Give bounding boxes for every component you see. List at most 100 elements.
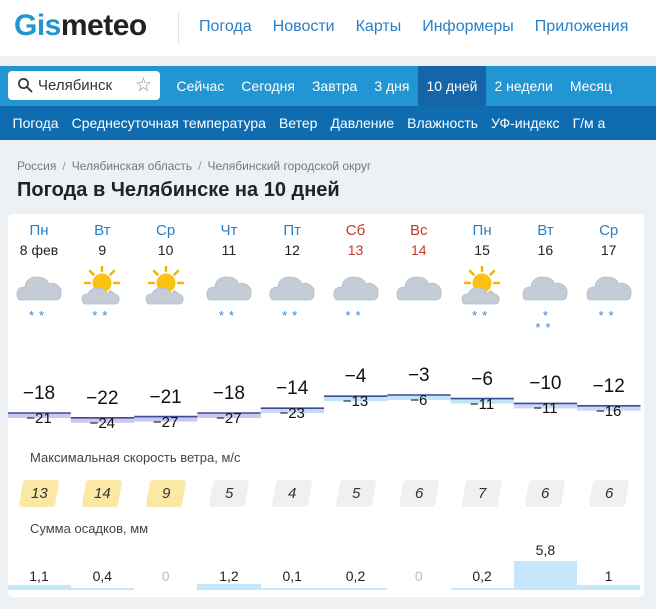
top-nav-maps[interactable]: Карты — [356, 18, 402, 36]
subtab-pressure[interactable]: Давление — [324, 106, 401, 140]
breadcrumb-separator: / — [198, 159, 202, 173]
temp-min: −11 — [469, 395, 495, 413]
breadcrumb-separator: / — [62, 159, 66, 173]
wind-speed-value: 13 — [30, 485, 48, 502]
temp-max: −10 — [529, 373, 562, 395]
snow-flakes-icon: ** — [598, 308, 619, 323]
sun-cloud-icon — [142, 264, 190, 315]
period-tabs: Сейчас Сегодня Завтра 3 дня 10 дней 2 недели М… — [168, 66, 621, 106]
day-header[interactable]: Вс 14 — [389, 222, 449, 258]
breadcrumb: Россия / Челябинская область / Челябинский г… — [17, 159, 371, 173]
wind-speed-badge: 6 — [525, 480, 566, 507]
page-title: Погода в Челябинске на 10 дней — [17, 179, 340, 201]
city-search[interactable]: Челябинск ☆ — [8, 71, 160, 100]
wind-speed-badge: 4 — [271, 480, 313, 507]
gismeteo-logo[interactable]: Gismeteo — [14, 9, 147, 43]
day-header[interactable]: Пн 15 — [452, 222, 512, 258]
day-date: 8 фев — [19, 242, 59, 258]
tab-3[interactable]: 3 дня — [366, 66, 418, 106]
forecast-card: Максимальная скорость ветра, м/с Сумма о… — [7, 214, 644, 597]
precip-bar — [260, 588, 324, 590]
tab-4[interactable]: 10 дней — [417, 66, 486, 106]
subtab-mean-temperature[interactable]: Среднесуточная температура — [65, 106, 272, 140]
breadcrumb-district[interactable]: Челябинский городской округ — [207, 159, 371, 173]
precip-value: 1,2 — [219, 568, 239, 584]
day-date: 14 — [411, 242, 427, 258]
subtab-wind[interactable]: Ветер — [272, 106, 324, 140]
day-name: Пт — [283, 222, 302, 239]
wind-speed-value: 4 — [288, 485, 297, 502]
day-header[interactable]: Вт 9 — [72, 222, 132, 258]
day-header[interactable]: Пт 12 — [262, 222, 322, 258]
temp-min: −24 — [89, 414, 116, 432]
snow-flakes-icon: ** — [28, 308, 50, 323]
temp-max: −18 — [212, 383, 245, 404]
top-nav-informers[interactable]: Информеры — [422, 18, 514, 36]
parameter-tabs: Погода Среднесуточная температура Ветер … — [6, 106, 612, 140]
wind-speed-badge: 6 — [588, 480, 630, 507]
wind-speed-value: 5 — [224, 485, 234, 502]
day-header[interactable]: Вт 16 — [515, 222, 575, 258]
precip-title: Сумма осадков, мм — [30, 521, 149, 536]
wind-speed-badge: 5 — [335, 480, 376, 507]
temp-min: −27 — [152, 413, 179, 431]
wind-speed-value: 9 — [161, 485, 170, 502]
tab-1[interactable]: Сегодня — [233, 66, 304, 106]
precip-bar — [197, 584, 261, 590]
day-date: 9 — [98, 242, 107, 258]
day-header[interactable]: Ср 10 — [136, 222, 196, 258]
day-header[interactable]: Пн 8 фев — [9, 222, 69, 258]
day-date: 17 — [600, 242, 617, 258]
precip-value: 0 — [414, 568, 423, 584]
wind-speed-badge: 13 — [18, 480, 60, 507]
day-date: 12 — [284, 242, 300, 258]
day-header[interactable]: Ср 17 — [579, 222, 639, 258]
precip-bar — [324, 588, 388, 590]
day-date: 15 — [474, 242, 490, 258]
day-name: Сб — [345, 222, 366, 239]
precip-value: 5,8 — [535, 542, 556, 558]
wind-speed-value: 14 — [93, 485, 111, 502]
temp-min: −11 — [533, 400, 558, 418]
day-name: Пн — [472, 222, 492, 239]
temp-min: −13 — [342, 393, 369, 411]
day-name: Вт — [94, 222, 111, 239]
precip-value: 0,2 — [345, 568, 366, 584]
precip-bar — [577, 585, 641, 590]
precip-value: 0,2 — [472, 568, 492, 584]
breadcrumb-country[interactable]: Россия — [17, 159, 56, 173]
snow-flakes-icon: ** — [282, 308, 303, 323]
precip-value: 1 — [604, 568, 613, 584]
cloud-icon — [395, 266, 443, 315]
top-nav-news[interactable]: Новости — [273, 18, 335, 36]
city-name[interactable]: Челябинск — [38, 77, 112, 94]
site-header: Gismeteo Погода Новости Карты Информеры … — [0, 0, 656, 56]
top-nav-weather[interactable]: Погода — [199, 18, 252, 36]
subtab-weather[interactable]: Погода — [6, 106, 65, 140]
tab-2[interactable]: Завтра — [303, 66, 365, 106]
day-header[interactable]: Сб 13 — [326, 222, 386, 258]
wind-speed-value: 5 — [351, 485, 360, 502]
precip-value: 0,1 — [282, 568, 302, 584]
day-name: Ср — [156, 222, 176, 239]
breadcrumb-region[interactable]: Челябинская область — [72, 159, 192, 173]
precip-bar — [513, 561, 578, 590]
precip-bar — [7, 584, 71, 590]
precip-bar — [450, 588, 514, 590]
day-name: Вт — [537, 222, 554, 239]
tab-5[interactable]: 2 недели — [486, 66, 561, 106]
temp-max: −12 — [592, 375, 625, 397]
snow-flakes-icon: * ** — [535, 308, 556, 335]
wind-speed-badge: 5 — [208, 480, 250, 507]
day-header[interactable]: Чт 11 — [199, 222, 259, 258]
day-name: Пн — [29, 222, 49, 239]
tab-6[interactable]: Месяц — [561, 66, 620, 106]
subtab-uv-index[interactable]: УФ-индекс — [485, 106, 567, 140]
tab-0[interactable]: Сейчас — [168, 66, 233, 106]
temp-min: −6 — [410, 392, 428, 409]
favorite-star-icon[interactable]: ☆ — [135, 74, 152, 97]
subtab-humidity[interactable]: Влажность — [401, 106, 485, 140]
subtab-geomagnetic[interactable]: Г/м а — [566, 106, 612, 140]
snow-flakes-icon: ** — [218, 308, 239, 323]
top-nav-apps[interactable]: Приложения — [535, 18, 629, 36]
